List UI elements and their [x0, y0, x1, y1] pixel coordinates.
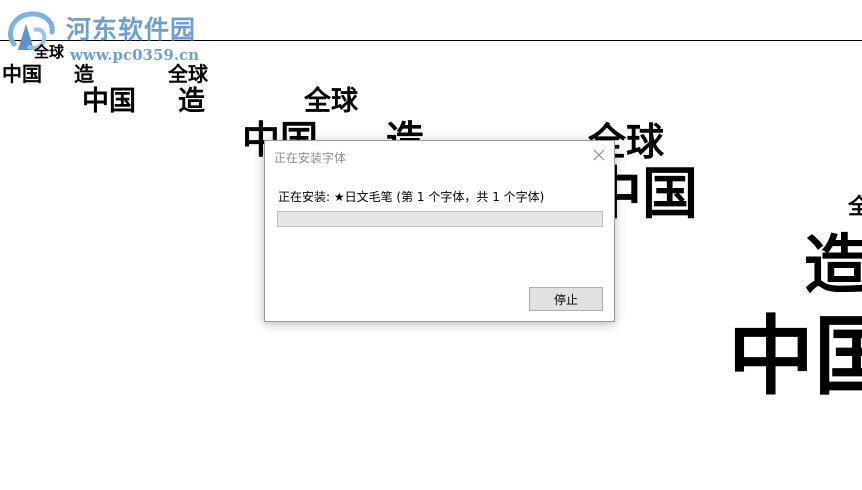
- install-progress-bar: [277, 211, 603, 227]
- watermark-site-name: 河东软件园: [66, 15, 197, 44]
- preview-quanqiu-5: 全球: [848, 194, 862, 220]
- preview-quanqiu-2: 全球: [168, 62, 208, 86]
- preview-zao-1: 造: [74, 62, 94, 86]
- preview-quanqiu-1: 全球: [34, 43, 65, 61]
- preview-zhongguo-1: 中国: [2, 62, 42, 86]
- preview-zhongguo-2: 中国: [82, 86, 136, 117]
- stop-button[interactable]: 停止: [529, 287, 603, 311]
- preview-quanqiu-3: 全球: [304, 86, 358, 117]
- install-status-text: 正在安装: ★日文毛笔 (第 1 个字体，共 1 个字体): [278, 190, 545, 204]
- preview-zhongguo-5: 中国: [728, 306, 862, 407]
- preview-zao-2: 造: [178, 86, 205, 117]
- install-font-dialog: 正在安装字体 正在安装: ★日文毛笔 (第 1 个字体，共 1 个字体) 停止: [264, 140, 615, 322]
- dialog-title: 正在安装字体: [274, 151, 347, 165]
- close-icon: [593, 149, 605, 161]
- close-button[interactable]: [590, 146, 608, 164]
- preview-zao-4: 造: [804, 228, 862, 303]
